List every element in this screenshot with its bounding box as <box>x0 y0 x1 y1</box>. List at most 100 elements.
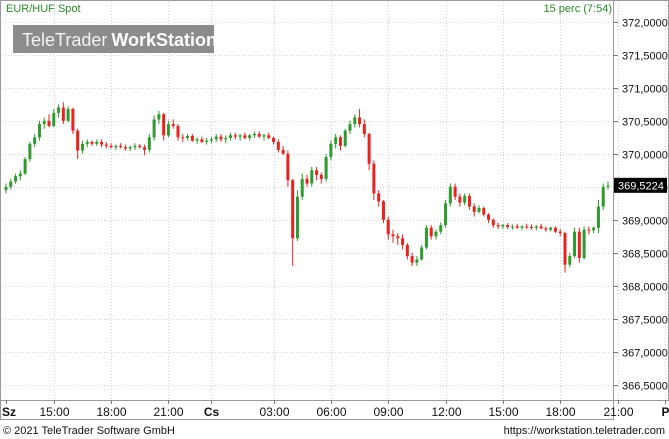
candle-body <box>549 227 553 230</box>
candle-body <box>563 233 567 265</box>
candle-body <box>553 227 557 232</box>
candle-body <box>104 144 108 146</box>
candle-body <box>315 170 319 175</box>
candle-body <box>491 219 495 226</box>
candle-body <box>558 231 562 233</box>
x-time-label: 15:00 <box>39 405 69 419</box>
candle-body <box>401 238 405 245</box>
brand-logo: TeleTrader WorkStation <box>13 25 217 53</box>
x-time-label: 15:00 <box>488 405 518 419</box>
candle-body <box>176 126 180 138</box>
candle-body <box>305 178 309 184</box>
candle-body <box>229 135 233 138</box>
candle-body <box>162 114 166 136</box>
candle-body <box>90 141 94 144</box>
y-tick-label: 368,0000 <box>622 282 668 294</box>
logo-bold-text: WorkStation <box>111 30 217 50</box>
candle-body <box>238 135 242 137</box>
candle-body <box>272 137 276 142</box>
candle-body <box>587 229 591 231</box>
candle-body <box>477 207 481 212</box>
instrument-title: EUR/HUF Spot <box>6 3 81 15</box>
candle-body <box>329 143 333 158</box>
candle-body <box>28 143 32 160</box>
candle-body <box>596 206 600 228</box>
source-url[interactable]: https://workstation.teletrader.com <box>504 425 665 437</box>
candle-body <box>487 214 491 220</box>
y-tick-label: 367,5000 <box>622 315 668 327</box>
candle-body <box>52 112 56 127</box>
candle-body <box>14 176 18 182</box>
candle-body <box>396 236 400 239</box>
candle-down <box>71 107 75 134</box>
y-tick-label: 370,0000 <box>622 150 668 162</box>
candle-body <box>143 147 147 150</box>
candle-body <box>582 229 586 259</box>
candle-body <box>592 227 596 231</box>
candle-body <box>47 120 51 127</box>
candle-body <box>147 137 151 150</box>
candle-body <box>286 153 290 181</box>
last-price-badge: 369,5224 <box>614 177 667 193</box>
candle-body <box>37 124 41 138</box>
candle-body <box>233 135 237 137</box>
y-tick-label: 369,0000 <box>622 216 668 228</box>
candle-down <box>381 200 385 224</box>
candle-down <box>577 227 581 263</box>
candle-body <box>525 226 529 228</box>
candle-body <box>262 135 266 137</box>
candle-up <box>295 190 299 241</box>
candle-body <box>276 141 280 150</box>
x-time-label: 12:00 <box>431 405 461 419</box>
period-label: 15 perc (7:54) <box>544 3 612 15</box>
candle-body <box>295 196 299 239</box>
candle-body <box>310 170 314 184</box>
candle-body <box>405 244 409 257</box>
candle-body <box>190 135 194 141</box>
candle-body <box>334 137 338 144</box>
candle-body <box>530 227 534 229</box>
y-tick-label: 370,5000 <box>622 117 668 129</box>
x-time-label: 09:00 <box>373 405 403 419</box>
candle-body <box>71 108 75 131</box>
candle-body <box>200 139 204 142</box>
candle-body <box>205 140 209 142</box>
candle-up <box>573 227 577 259</box>
candle-body <box>195 139 199 141</box>
candle-body <box>281 149 285 154</box>
candle-body <box>472 206 476 212</box>
candle-body <box>138 145 142 148</box>
candle-body <box>439 225 443 232</box>
candle-body <box>520 226 524 228</box>
candle-up <box>601 183 605 210</box>
candle-body <box>219 136 223 140</box>
candle-up <box>28 141 32 162</box>
candle-up <box>343 128 347 148</box>
candle-body <box>80 143 84 151</box>
candle-body <box>539 226 543 229</box>
candle-body <box>252 134 256 136</box>
candle-body <box>367 134 371 164</box>
candle-body <box>18 173 22 177</box>
candle-body <box>123 147 127 149</box>
candle-body <box>381 201 385 220</box>
candle-body <box>358 117 362 125</box>
candle-body <box>152 119 156 138</box>
candle-body <box>4 186 8 191</box>
candle-up <box>23 157 27 175</box>
candle-body <box>372 163 376 194</box>
candle-body <box>467 196 471 207</box>
x-day-label: Sz <box>2 405 16 419</box>
candle-body <box>133 145 137 148</box>
candle-body <box>300 178 304 197</box>
candle-body <box>463 196 467 203</box>
candle-body <box>506 225 510 228</box>
candle-up <box>324 153 328 182</box>
x-time-label: 21:00 <box>603 405 633 419</box>
candle-body <box>9 181 13 187</box>
candle-body <box>424 227 428 248</box>
candle-body <box>76 130 80 151</box>
x-time-label: 03:00 <box>259 405 289 419</box>
candle-body <box>23 159 27 174</box>
candle-body <box>577 231 581 259</box>
